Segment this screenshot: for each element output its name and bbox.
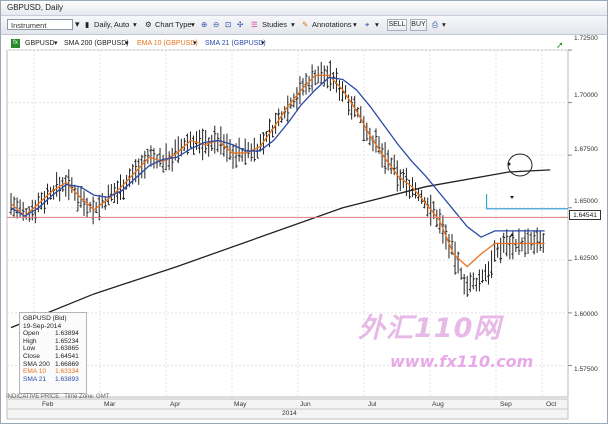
ohlc-row: SMA 200 1.66869 (23, 361, 83, 369)
y-tick-label: 1.62500 (574, 255, 598, 262)
ohlc-row: SMA 21 1.63893 (23, 376, 83, 384)
ohlc-key: Low (23, 345, 36, 353)
y-tick-label: 1.65000 (574, 198, 598, 205)
ohlc-row: Low 1.63865 (23, 345, 83, 353)
x-tick-label: Apr (170, 401, 181, 408)
ohlc-row: Open 1.63894 (23, 330, 83, 338)
ohlc-key: SMA 21 (23, 375, 47, 383)
ohlc-data-panel: GBPUSD (Bid) 19-Sep-2014 Open 1.63894 High… (19, 312, 87, 394)
x-tick-label: Aug (432, 401, 444, 408)
x-tick-label: Jun (300, 401, 311, 408)
ohlc-key: SMA 200 (23, 360, 50, 368)
ohlc-key: Open (23, 330, 40, 338)
ohlc-row: EMA 10 1.63334 (23, 368, 83, 376)
x-year-label: 2014 (282, 410, 297, 417)
ohlc-key: Close (23, 352, 40, 360)
watermark-logo: 外汇110网 (358, 313, 502, 344)
ohlc-value: 1.66869 (55, 360, 79, 368)
ohlc-value: 1.65234 (55, 337, 79, 345)
ohlc-row: High 1.65234 (23, 338, 83, 346)
ohlc-title: GBPUSD (Bid) (23, 315, 67, 322)
y-tick-label: 1.67500 (574, 146, 598, 153)
ohlc-value: 1.63894 (55, 330, 79, 338)
y-tick-label: 1.57500 (574, 366, 598, 373)
x-tick-label: Mar (104, 401, 116, 408)
x-tick-label: Oct (546, 401, 557, 408)
y-tick-label: 1.70000 (574, 92, 598, 99)
ohlc-key: High (23, 337, 37, 345)
x-tick-label: Feb (42, 401, 54, 408)
x-tick-label: Jul (368, 401, 377, 408)
y-tick-label: 1.60000 (574, 311, 598, 318)
y-tick-label: 1.72500 (574, 35, 598, 42)
annotation-dot (507, 162, 511, 166)
last-price-tag: 1.64541 (569, 210, 601, 220)
ohlc-row: Close 1.64541 (23, 353, 83, 361)
ohlc-value: 1.64541 (55, 352, 79, 360)
ohlc-date: 19-Sep-2014 (23, 322, 62, 330)
x-tick-label: Sep (500, 401, 512, 408)
ohlc-value: 1.63893 (55, 375, 79, 383)
ohlc-value: 1.63865 (55, 345, 79, 353)
x-axis: Feb Mar Apr May Jun Jul Aug Sep Oct 2014 (6, 399, 568, 419)
ohlc-key: EMA 10 (23, 368, 47, 376)
ohlc-value: 1.63334 (55, 368, 79, 376)
watermark-url: www.fx110.com (390, 352, 534, 371)
x-tick-label: May (234, 401, 247, 408)
